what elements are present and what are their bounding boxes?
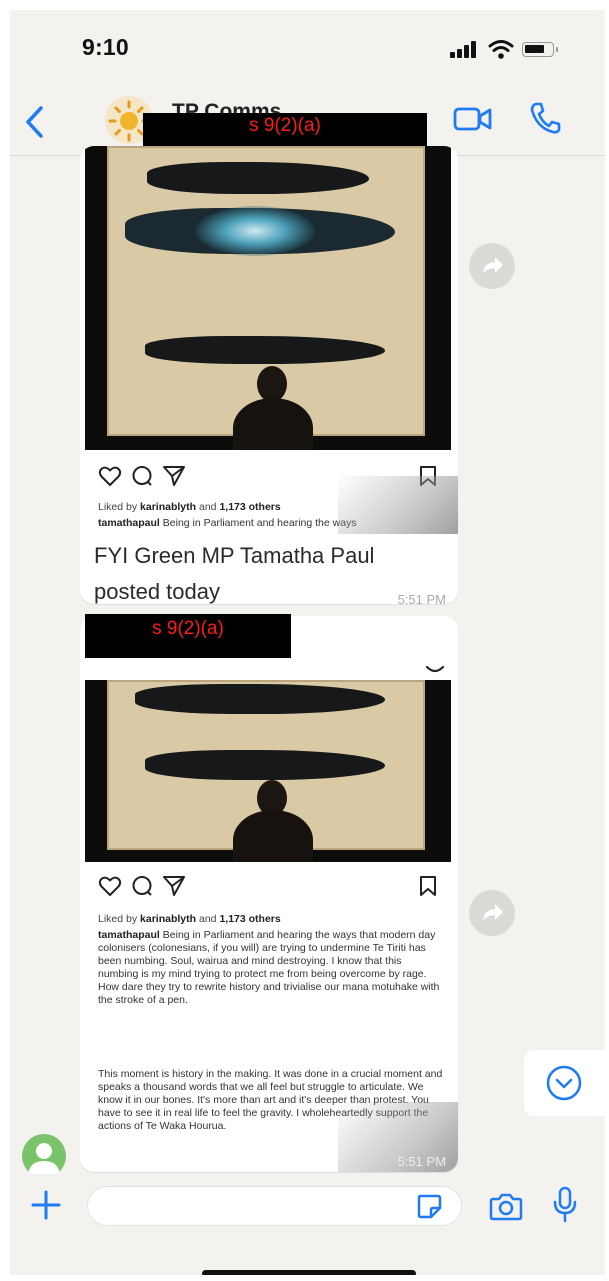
message-input[interactable]	[87, 1186, 462, 1226]
artwork-photo[interactable]	[85, 680, 451, 862]
forward-icon	[483, 904, 503, 920]
phone-icon[interactable]	[528, 100, 562, 136]
avatar[interactable]	[22, 1134, 66, 1178]
send-icon	[163, 466, 185, 486]
status-time: 9:10	[82, 34, 129, 60]
heart-icon	[98, 876, 122, 896]
video-camera-icon[interactable]	[453, 104, 493, 134]
message-composer	[10, 1174, 605, 1275]
instagram-actions	[98, 874, 443, 898]
comment-icon	[132, 466, 152, 486]
battery-icon	[522, 42, 558, 57]
camera-icon[interactable]	[488, 1192, 524, 1222]
message-timestamp: 5:51 PM	[397, 1154, 446, 1169]
scroll-to-bottom-button[interactable]	[524, 1050, 605, 1116]
phone-screen: 9:10 TP Comms s 9(2)(a) Liked by karinab…	[10, 10, 605, 1275]
status-bar: 9:10	[10, 10, 605, 88]
artwork-photo[interactable]	[85, 146, 451, 450]
message-timestamp: 5:51 PM	[397, 592, 446, 604]
instagram-likes: Liked by karinablyth and 1,173 others	[98, 913, 281, 925]
bookmark-icon	[420, 876, 436, 896]
instagram-likes: Liked by karinablyth and 1,173 others	[98, 501, 281, 513]
sticker-icon[interactable]	[415, 1192, 443, 1220]
comment-icon	[132, 876, 152, 896]
chevron-left-icon[interactable]	[20, 102, 50, 142]
instagram-caption: tamathapaul Being in Parliament and hear…	[98, 929, 440, 1006]
forward-button[interactable]	[469, 890, 515, 936]
redaction-box: s 9(2)(a)	[85, 614, 291, 658]
chevron-down-icon[interactable]	[424, 664, 446, 676]
message-text: FYI Green MP Tamatha Paul posted today	[94, 543, 375, 604]
send-icon	[163, 876, 185, 896]
forward-icon	[483, 257, 503, 273]
heart-icon	[98, 466, 122, 486]
microphone-icon[interactable]	[551, 1186, 579, 1224]
chevron-down-circle-icon	[546, 1065, 582, 1101]
cellular-signal-icon	[450, 40, 478, 58]
wifi-icon	[488, 40, 514, 59]
user-icon	[28, 1143, 60, 1174]
forward-button[interactable]	[469, 243, 515, 289]
plus-icon[interactable]	[30, 1189, 62, 1221]
home-indicator	[202, 1270, 416, 1275]
message-bubble[interactable]: Liked by karinablyth and 1,173 others ta…	[80, 616, 458, 1172]
message-bubble[interactable]: Liked by karinablyth and 1,173 others ta…	[80, 146, 458, 604]
